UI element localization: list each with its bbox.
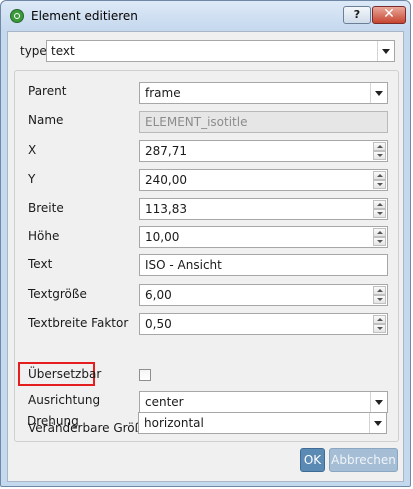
breite-input[interactable]: 113,83 <box>139 198 388 220</box>
parent-value: frame <box>145 86 181 100</box>
type-value: text <box>51 44 75 58</box>
hoehe-input[interactable]: 10,00 <box>139 226 388 248</box>
spin-down-icon[interactable] <box>373 295 386 304</box>
hoehe-label: Höhe <box>28 229 60 243</box>
name-label: Name <box>28 113 64 127</box>
y-label: Y <box>28 172 36 186</box>
drehung-dropdown[interactable]: horizontal <box>138 412 387 434</box>
ausrichtung-dropdown[interactable]: center <box>139 391 388 413</box>
text-label: Text <box>28 257 53 271</box>
textgroesse-input[interactable]: 6,00 <box>139 284 388 306</box>
textbreite-faktor-label: Textbreite Faktor <box>28 316 129 330</box>
textbreite-faktor-spinner[interactable] <box>373 315 386 333</box>
ok-button[interactable]: OK <box>300 448 325 472</box>
title-bar[interactable]: Element editieren ? ✕ <box>1 1 410 31</box>
spin-down-icon[interactable] <box>373 180 386 189</box>
chevron-down-icon[interactable] <box>370 83 387 103</box>
spin-up-icon[interactable] <box>373 142 386 151</box>
textbreite-faktor-value: 0,50 <box>145 317 172 331</box>
text-input[interactable]: ISO - Ansicht <box>139 254 388 276</box>
uebersetzbar-checkbox[interactable] <box>139 369 151 381</box>
textgroesse-spinner[interactable] <box>373 286 386 304</box>
breite-value: 113,83 <box>145 202 187 216</box>
hoehe-value: 10,00 <box>145 230 180 244</box>
spin-up-icon[interactable] <box>373 228 386 237</box>
window-title: Element editieren <box>31 9 138 23</box>
close-button[interactable]: ✕ <box>372 6 406 24</box>
x-spinner[interactable] <box>373 142 386 160</box>
spin-up-icon[interactable] <box>373 200 386 209</box>
hoehe-spinner[interactable] <box>373 228 386 246</box>
y-input[interactable]: 240,00 <box>139 169 388 191</box>
breite-label: Breite <box>28 201 64 215</box>
type-dropdown[interactable]: text <box>46 40 395 62</box>
cancel-button[interactable]: Abbrechen <box>329 448 398 472</box>
drehung-value: horizontal <box>144 416 204 430</box>
text-value: ISO - Ansicht <box>145 258 222 272</box>
spin-up-icon[interactable] <box>373 286 386 295</box>
y-value: 240,00 <box>145 173 187 187</box>
breite-spinner[interactable] <box>373 200 386 218</box>
name-value: ELEMENT_isotitle <box>145 115 248 129</box>
dialog-window: Element editieren ? ✕ type text Parent f… <box>0 0 411 487</box>
x-value: 287,71 <box>145 144 187 158</box>
name-field: ELEMENT_isotitle <box>139 111 388 133</box>
spin-down-icon[interactable] <box>373 209 386 218</box>
spin-up-icon[interactable] <box>373 315 386 324</box>
x-input[interactable]: 287,71 <box>139 140 388 162</box>
ausrichtung-label: Ausrichtung <box>28 393 101 407</box>
textgroesse-label: Textgröße <box>28 287 87 301</box>
y-spinner[interactable] <box>373 171 386 189</box>
parent-dropdown[interactable]: frame <box>139 82 388 104</box>
chevron-down-icon[interactable] <box>377 41 394 61</box>
chevron-down-icon[interactable] <box>369 413 386 433</box>
chevron-down-icon[interactable] <box>370 392 387 412</box>
type-label: type <box>20 44 47 58</box>
uebersetzbar-label: Übersetzbar <box>28 367 102 381</box>
spin-down-icon[interactable] <box>373 324 386 333</box>
ausrichtung-value: center <box>145 395 184 409</box>
help-button[interactable]: ? <box>343 6 371 24</box>
spin-up-icon[interactable] <box>373 171 386 180</box>
app-icon <box>10 9 24 23</box>
spin-down-icon[interactable] <box>373 237 386 246</box>
textgroesse-value: 6,00 <box>145 288 172 302</box>
drehung-label: Drehung <box>27 414 79 428</box>
properties-group: Parent frame Name ELEMENT_isotitle X 287… <box>14 70 399 442</box>
spin-down-icon[interactable] <box>373 151 386 160</box>
parent-label: Parent <box>28 84 67 98</box>
textbreite-faktor-input[interactable]: 0,50 <box>139 313 388 335</box>
dialog-content: type text Parent frame Name ELEMENT_isot… <box>7 31 404 482</box>
x-label: X <box>28 143 37 157</box>
